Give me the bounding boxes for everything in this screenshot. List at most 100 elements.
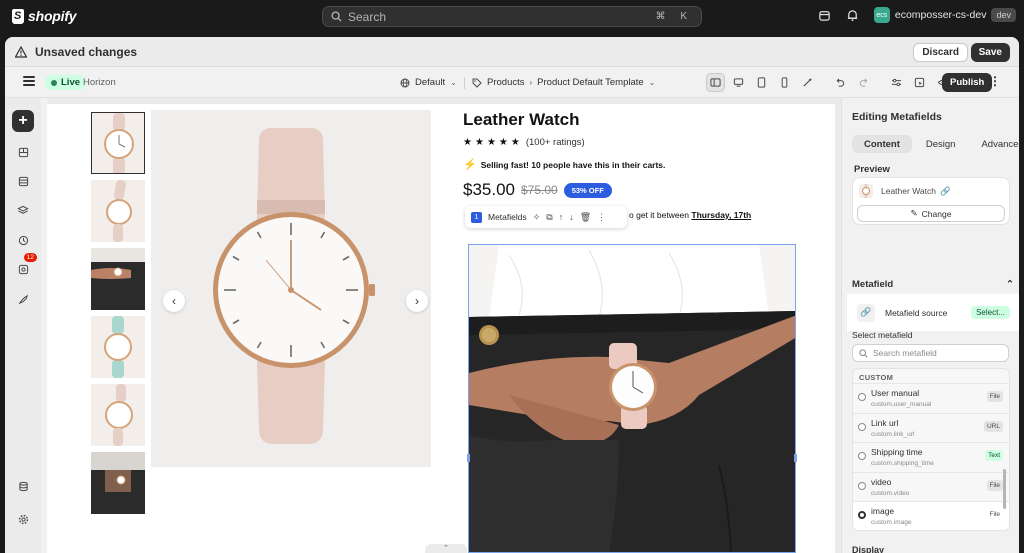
store-switcher[interactable]: ecs ecomposser-cs-dev dev [873, 7, 1016, 23]
metafield-key: custom.video [871, 489, 910, 497]
editor-toolbar: Live Horizon Default ⌄ Products › Produc… [5, 67, 1019, 98]
metafield-type-badge: File [986, 391, 1003, 402]
sections-icon[interactable] [12, 141, 34, 163]
panel-tabs: Content Design Advanced [852, 135, 1019, 153]
thumbnail-watch-model[interactable] [91, 452, 145, 514]
change-button[interactable]: ✎ Change [857, 205, 1005, 222]
template-selector[interactable]: Products › Product Default Template ⌄ [472, 74, 655, 91]
previous-image-button[interactable]: ‹ [163, 290, 185, 312]
live-label: Live [61, 77, 81, 88]
tab-advanced[interactable]: Advanced [969, 135, 1019, 153]
duplicate-icon[interactable]: ⧉ [546, 212, 552, 223]
metafield-search-input[interactable]: Search metafield [852, 344, 1009, 362]
store-icon[interactable] [818, 8, 832, 22]
radio-button[interactable] [858, 393, 866, 401]
radio-button[interactable] [858, 452, 866, 460]
list-item[interactable]: video custom.video File [853, 471, 1009, 502]
resize-handle[interactable] [467, 454, 470, 462]
radio-button[interactable] [858, 422, 866, 431]
brush-icon[interactable] [12, 288, 34, 310]
metafield-section-header[interactable]: Metafield ⌃ [852, 279, 1014, 290]
shopify-bag-icon [12, 8, 24, 24]
history-icon[interactable] [12, 229, 34, 251]
shopify-logo[interactable]: shopify [12, 8, 77, 24]
radio-button[interactable] [858, 511, 866, 519]
search-placeholder: Search [348, 9, 387, 24]
select-metafield-label: Select metafield [852, 330, 913, 340]
preview-canvas[interactable]: ‹ › Leather Watch ★ ★ ★ ★ ★ (100+ rating… [47, 104, 835, 553]
delivery-date: Thursday, 17th [691, 210, 752, 220]
more-options-icon[interactable]: ⋮ [597, 212, 606, 223]
inspector-icon[interactable] [910, 73, 929, 92]
move-down-icon[interactable]: ↓ [569, 212, 574, 222]
metafield-type-badge: URL [983, 420, 1003, 432]
more-options-icon[interactable]: ⋮ [989, 74, 1001, 88]
radio-button[interactable] [858, 481, 866, 490]
list-item[interactable]: User manual custom.user_manual File [853, 383, 1009, 413]
magic-icon[interactable]: ✧ [533, 212, 541, 223]
tab-design[interactable]: Design [914, 135, 968, 153]
context-selector[interactable]: Default ⌄ [400, 74, 457, 91]
link-icon: 🔗 [857, 303, 875, 322]
menu-icon[interactable] [23, 76, 35, 88]
database-icon[interactable] [12, 475, 34, 497]
metafield-name: image [871, 506, 895, 516]
discard-button[interactable]: Discard [913, 43, 968, 62]
delete-icon[interactable]: 🗑 [580, 212, 591, 223]
sidebar-toggle-icon[interactable] [706, 73, 725, 92]
admin-topbar: shopify Search ⌘ K ecs ecomposser-cs-dev… [0, 0, 1024, 34]
undo-icon[interactable] [831, 73, 850, 92]
layers-icon[interactable] [12, 199, 34, 221]
save-button[interactable]: Save [970, 43, 1010, 62]
next-image-button[interactable]: › [406, 290, 428, 312]
thumbnail-watch-side[interactable] [91, 180, 145, 242]
metafield-name: User manual [871, 388, 920, 398]
scrollbar[interactable] [1003, 469, 1006, 509]
dev-badge: dev [991, 8, 1016, 22]
brand-name: shopify [28, 8, 77, 24]
redo-icon[interactable] [854, 73, 873, 92]
metafield-image-block[interactable] [468, 244, 796, 553]
change-label: Change [921, 208, 952, 219]
thumbnail-watch-mint[interactable] [91, 316, 145, 378]
metafield-name: Shipping time [871, 447, 923, 457]
block-name[interactable]: Metafields [488, 212, 527, 222]
link-icon: 🔗 [939, 186, 951, 196]
add-section-button[interactable]: + [12, 110, 34, 132]
template-label: Product Default Template [537, 77, 644, 88]
tab-content[interactable]: Content [852, 135, 912, 153]
select-source-button[interactable]: Select... [971, 306, 1010, 319]
collapse-tab[interactable]: ⌃ [425, 544, 467, 553]
live-badge: Live [45, 75, 87, 90]
theme-name: Horizon [83, 77, 116, 88]
publish-button[interactable]: Publish [942, 73, 993, 92]
search-icon [331, 11, 342, 22]
star-icon: ★ [498, 137, 508, 148]
metafield-source-row[interactable]: 🔗 Metafield source Select... [847, 294, 1019, 331]
tablet-view-icon[interactable] [752, 73, 771, 92]
bell-icon[interactable] [846, 8, 860, 22]
settings-panel: Editing Metafields Content Design Advanc… [841, 98, 1019, 553]
resize-handle[interactable] [794, 454, 797, 462]
product-rating: ★ ★ ★ ★ ★ (100+ ratings) [463, 137, 585, 148]
move-up-icon[interactable]: ↑ [559, 212, 564, 222]
display-heading[interactable]: Display [852, 545, 884, 553]
global-search[interactable]: Search ⌘ K [322, 6, 702, 27]
apps-icon[interactable]: 12 [12, 253, 37, 280]
mobile-view-icon[interactable] [775, 73, 794, 92]
magic-icon[interactable] [798, 73, 817, 92]
thumbnail-watch-angle[interactable] [91, 384, 145, 446]
list-item[interactable]: Shipping time custom.shipping_time Text [853, 442, 1009, 472]
theme-settings-icon[interactable] [12, 170, 34, 192]
gear-icon[interactable] [12, 508, 34, 530]
preview-product-name: Leather Watch [881, 186, 936, 196]
delivery-estimate: o get it between Thursday, 17th [629, 210, 751, 220]
settings-sliders-icon[interactable] [887, 73, 906, 92]
thumbnail-watch-front[interactable] [91, 112, 145, 174]
thumbnail-watch-wrist[interactable] [91, 248, 145, 310]
list-item[interactable]: Link url custom.link_url URL [853, 412, 1009, 443]
desktop-view-icon[interactable] [729, 73, 748, 92]
metafield-key: custom.shipping_time [871, 460, 934, 467]
list-item-selected[interactable]: image custom.image File [853, 501, 1009, 530]
main-product-image[interactable] [151, 110, 431, 467]
